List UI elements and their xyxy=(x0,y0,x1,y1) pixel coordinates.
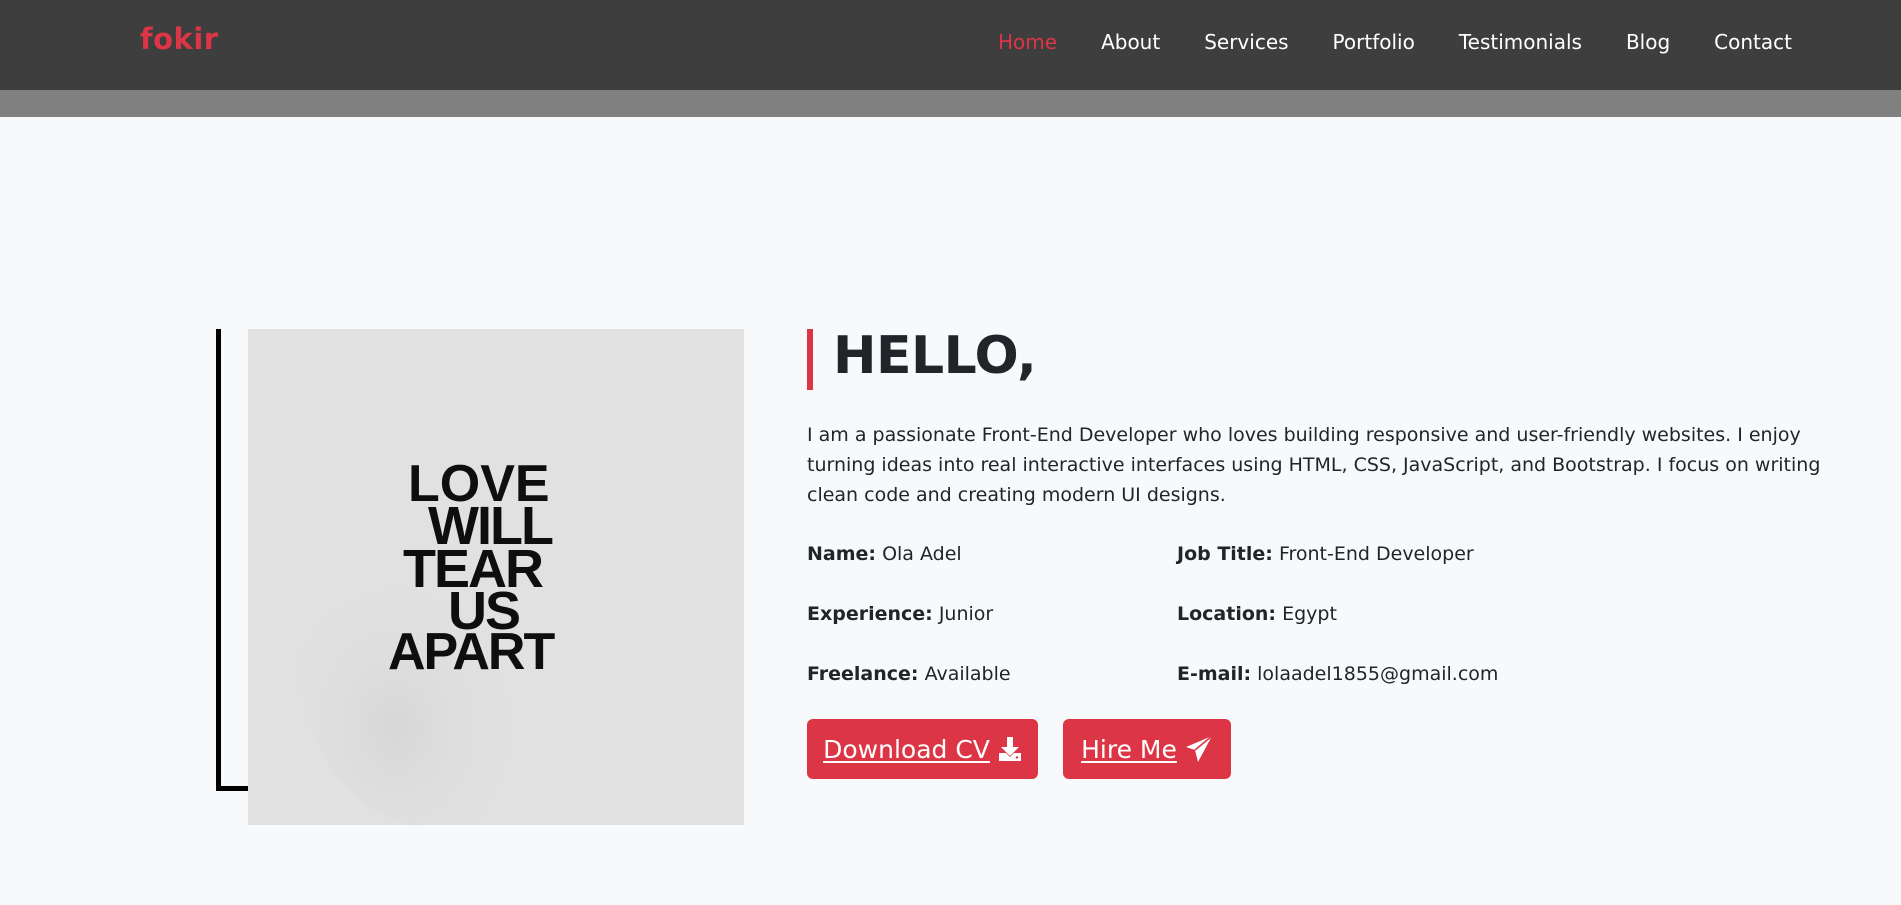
nav-link-about[interactable]: About xyxy=(1101,30,1160,54)
download-cv-label: Download CV xyxy=(823,734,990,764)
nav-link-contact[interactable]: Contact xyxy=(1714,30,1792,54)
about-heading: HELLO, xyxy=(833,326,1037,386)
photo-frame-decoration xyxy=(216,329,248,791)
info-value[interactable]: lolaadel1855@gmail.com xyxy=(1257,663,1498,685)
paper-plane-icon xyxy=(1185,735,1213,763)
nav-links: Home About Services Portfolio Testimonia… xyxy=(998,30,1836,54)
nav-link-blog[interactable]: Blog xyxy=(1626,30,1670,54)
brand-logo[interactable]: fokir xyxy=(140,22,219,56)
profile-image: LOVE WILL TEAR US APART xyxy=(248,329,744,825)
profile-image-artwork: LOVE WILL TEAR US APART xyxy=(248,329,744,825)
navbar: fokir Home About Services Portfolio Test… xyxy=(0,0,1901,90)
info-label: Experience: xyxy=(807,603,933,625)
info-label: Job Title: xyxy=(1177,543,1273,565)
info-job-title: Job Title: Front-End Developer xyxy=(1177,543,1474,565)
nav-link-portfolio[interactable]: Portfolio xyxy=(1333,30,1415,54)
nav-link-home[interactable]: Home xyxy=(998,30,1057,54)
info-value: Front-End Developer xyxy=(1278,543,1474,565)
info-value: Egypt xyxy=(1282,603,1337,625)
hire-me-button[interactable]: Hire Me xyxy=(1063,719,1231,779)
info-label: Name: xyxy=(807,543,877,565)
download-cv-button[interactable]: Download CV xyxy=(807,719,1038,779)
info-email: E-mail: lolaadel1855@gmail.com xyxy=(1177,663,1498,685)
info-value: Available xyxy=(924,663,1011,685)
info-experience: Experience: Junior xyxy=(807,603,993,625)
header-strip xyxy=(0,90,1901,117)
about-bio: I am a passionate Front-End Developer wh… xyxy=(807,424,1821,506)
info-label: E-mail: xyxy=(1177,663,1252,685)
info-name: Name: Ola Adel xyxy=(807,543,962,565)
nav-link-testimonials[interactable]: Testimonials xyxy=(1459,30,1582,54)
nav-link-services[interactable]: Services xyxy=(1204,30,1288,54)
info-value: Ola Adel xyxy=(882,543,962,565)
download-icon xyxy=(998,736,1022,762)
art-text-apart: APART xyxy=(388,623,555,681)
info-label: Location: xyxy=(1177,603,1277,625)
info-label: Freelance: xyxy=(807,663,919,685)
hire-me-label: Hire Me xyxy=(1081,734,1177,764)
info-value: Junior xyxy=(938,603,994,625)
info-freelance: Freelance: Available xyxy=(807,663,1011,685)
heading-accent-bar xyxy=(807,329,813,390)
info-location: Location: Egypt xyxy=(1177,603,1337,625)
